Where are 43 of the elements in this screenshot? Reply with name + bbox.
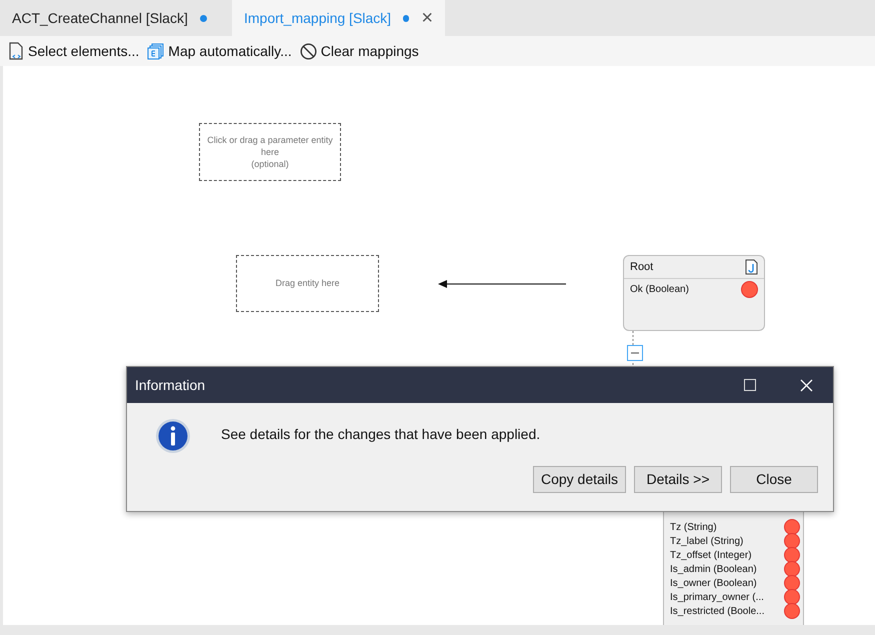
mapping-port[interactable] [784, 519, 800, 535]
parameter-drop-zone[interactable]: Click or drag a parameter entity here (optional) [199, 123, 341, 181]
tab[interactable]: Import_mapping [Slack] × [232, 0, 445, 36]
attribute-label: Tz_label (String) [670, 534, 744, 548]
mapping-port[interactable] [784, 547, 800, 563]
tab[interactable]: ACT_CreateChannel [Slack] [0, 0, 226, 36]
dialog-title: Information [135, 376, 206, 394]
mapping-port[interactable] [784, 533, 800, 549]
attribute-label: Tz (String) [670, 520, 717, 534]
toolbar-button[interactable]: Clear mappings [300, 40, 419, 62]
info-icon [155, 418, 191, 454]
drop-hint: (optional) [251, 158, 289, 170]
mapping-port[interactable] [784, 561, 800, 577]
mapping-port[interactable] [741, 280, 758, 298]
entity-drop-zone[interactable]: Drag entity here [236, 255, 379, 312]
attribute-label: Is_owner (Boolean) [670, 576, 757, 590]
json-file-icon [745, 259, 758, 275]
mapping-port[interactable] [784, 575, 800, 591]
maximize-icon[interactable] [744, 379, 756, 391]
drop-hint: Drag entity here [275, 276, 340, 290]
collapse-icon[interactable] [627, 345, 643, 361]
attribute-label: Is_restricted (Boole... [670, 604, 764, 618]
root-entity-card[interactable]: Root Ok (Boolean) [623, 255, 765, 331]
entity-title: Root [630, 260, 654, 275]
attribute-label: Ok (Boolean) [630, 282, 689, 296]
close-icon[interactable] [800, 378, 813, 392]
prohibited-icon [300, 42, 317, 60]
toolbar-button[interactable]: Select elements... [8, 40, 140, 62]
dialog-button[interactable]: Details >> [634, 466, 722, 493]
drop-hint: Click or drag a parameter entity [207, 134, 333, 146]
attribute-label: Is_admin (Boolean) [670, 562, 757, 576]
toolbar-button[interactable]: Map automatically... [147, 40, 292, 62]
dialog-message: See details for the changes that have been applied. [221, 425, 540, 444]
dialog-button[interactable]: Close [730, 466, 818, 493]
close-icon[interactable]: × [421, 8, 433, 28]
dialog-button[interactable]: Copy details [533, 466, 626, 493]
attribute-label: Is_primary_owner (... [670, 590, 764, 604]
stacked-pages-icon [147, 42, 164, 60]
attribute-label: Tz_offset (Integer) [670, 548, 752, 562]
document-icon [8, 42, 24, 60]
drop-hint: here [260, 146, 279, 158]
mapping-port[interactable] [784, 603, 800, 619]
mapping-port[interactable] [784, 589, 800, 605]
